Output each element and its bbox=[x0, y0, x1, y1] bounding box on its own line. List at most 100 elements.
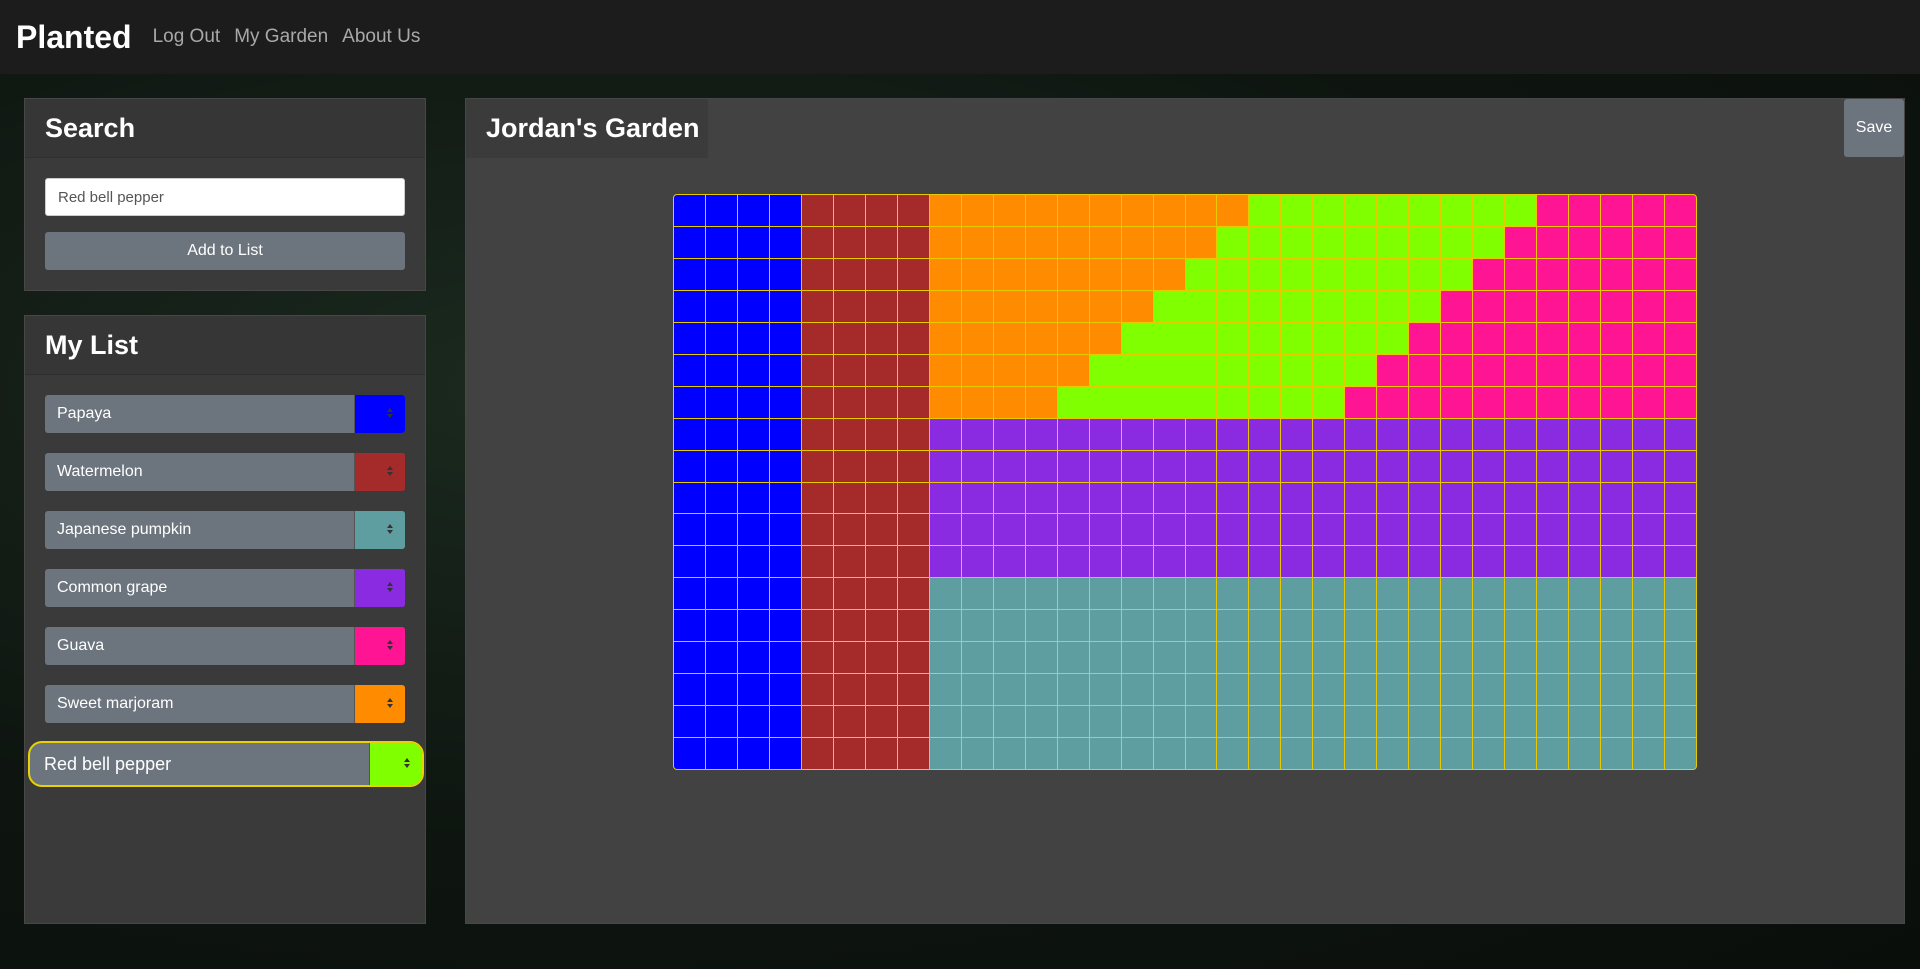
garden-cell[interactable] bbox=[1057, 674, 1089, 706]
garden-cell[interactable] bbox=[1473, 738, 1505, 769]
garden-cell[interactable] bbox=[1185, 290, 1217, 322]
garden-cell[interactable] bbox=[1537, 738, 1569, 769]
garden-cell[interactable] bbox=[1377, 322, 1409, 354]
garden-cell[interactable] bbox=[1089, 610, 1121, 642]
garden-cell[interactable] bbox=[961, 290, 993, 322]
garden-cell[interactable] bbox=[1473, 578, 1505, 610]
garden-cell[interactable] bbox=[1537, 386, 1569, 418]
garden-cell[interactable] bbox=[1505, 738, 1537, 769]
garden-cell[interactable] bbox=[1377, 482, 1409, 514]
garden-cell[interactable] bbox=[1217, 450, 1249, 482]
garden-cell[interactable] bbox=[737, 418, 769, 450]
garden-cell[interactable] bbox=[1121, 642, 1153, 674]
garden-cell[interactable] bbox=[705, 514, 737, 546]
garden-cell[interactable] bbox=[1153, 322, 1185, 354]
garden-cell[interactable] bbox=[897, 290, 929, 322]
garden-cell[interactable] bbox=[801, 706, 833, 738]
garden-cell[interactable] bbox=[1057, 450, 1089, 482]
garden-cell[interactable] bbox=[1665, 386, 1696, 418]
garden-cell[interactable] bbox=[1505, 450, 1537, 482]
garden-cell[interactable] bbox=[1409, 578, 1441, 610]
garden-cell[interactable] bbox=[961, 706, 993, 738]
garden-cell[interactable] bbox=[1345, 386, 1377, 418]
garden-cell[interactable] bbox=[705, 482, 737, 514]
garden-cell[interactable] bbox=[801, 738, 833, 769]
garden-cell[interactable] bbox=[705, 642, 737, 674]
garden-cell[interactable] bbox=[1409, 514, 1441, 546]
garden-cell[interactable] bbox=[1665, 738, 1696, 769]
garden-cell[interactable] bbox=[1185, 322, 1217, 354]
garden-cell[interactable] bbox=[801, 642, 833, 674]
garden-cell[interactable] bbox=[1345, 482, 1377, 514]
garden-cell[interactable] bbox=[897, 418, 929, 450]
garden-cell[interactable] bbox=[833, 290, 865, 322]
garden-cell[interactable] bbox=[1121, 386, 1153, 418]
garden-cell[interactable] bbox=[1313, 322, 1345, 354]
garden-cell[interactable] bbox=[1153, 706, 1185, 738]
garden-cell[interactable] bbox=[1281, 258, 1313, 290]
garden-cell[interactable] bbox=[1025, 610, 1057, 642]
garden-cell[interactable] bbox=[993, 418, 1025, 450]
garden-cell[interactable] bbox=[1473, 386, 1505, 418]
garden-cell[interactable] bbox=[1313, 610, 1345, 642]
garden-cell[interactable] bbox=[1121, 610, 1153, 642]
garden-cell[interactable] bbox=[1313, 738, 1345, 769]
garden-cell[interactable] bbox=[1665, 290, 1696, 322]
garden-cell[interactable] bbox=[1281, 674, 1313, 706]
garden-cell[interactable] bbox=[1633, 322, 1665, 354]
garden-cell[interactable] bbox=[961, 195, 993, 226]
garden-cell[interactable] bbox=[865, 482, 897, 514]
garden-cell[interactable] bbox=[1249, 674, 1281, 706]
garden-cell[interactable] bbox=[1473, 354, 1505, 386]
garden-cell[interactable] bbox=[1601, 226, 1633, 258]
garden-cell[interactable] bbox=[1601, 674, 1633, 706]
garden-cell[interactable] bbox=[1121, 738, 1153, 769]
garden-cell[interactable] bbox=[1153, 226, 1185, 258]
garden-cell[interactable] bbox=[1473, 610, 1505, 642]
garden-cell[interactable] bbox=[1089, 546, 1121, 578]
garden-cell[interactable] bbox=[865, 738, 897, 769]
garden-cell[interactable] bbox=[1345, 546, 1377, 578]
garden-cell[interactable] bbox=[1441, 226, 1473, 258]
garden-cell[interactable] bbox=[1217, 738, 1249, 769]
garden-cell[interactable] bbox=[705, 450, 737, 482]
garden-cell[interactable] bbox=[1217, 290, 1249, 322]
garden-cell[interactable] bbox=[961, 354, 993, 386]
garden-cell[interactable] bbox=[1057, 706, 1089, 738]
garden-cell[interactable] bbox=[1569, 482, 1601, 514]
garden-cell[interactable] bbox=[801, 418, 833, 450]
garden-cell[interactable] bbox=[961, 226, 993, 258]
garden-cell[interactable] bbox=[1025, 290, 1057, 322]
garden-cell[interactable] bbox=[1473, 322, 1505, 354]
garden-cell[interactable] bbox=[1569, 642, 1601, 674]
garden-cell[interactable] bbox=[1441, 706, 1473, 738]
garden-cell[interactable] bbox=[897, 322, 929, 354]
garden-cell[interactable] bbox=[1281, 290, 1313, 322]
garden-cell[interactable] bbox=[1281, 514, 1313, 546]
garden-cell[interactable] bbox=[1441, 738, 1473, 769]
garden-cell[interactable] bbox=[1313, 354, 1345, 386]
garden-cell[interactable] bbox=[1217, 195, 1249, 226]
garden-cell[interactable] bbox=[674, 450, 705, 482]
garden-cell[interactable] bbox=[1281, 738, 1313, 769]
garden-cell[interactable] bbox=[1473, 514, 1505, 546]
garden-cell[interactable] bbox=[1441, 546, 1473, 578]
garden-cell[interactable] bbox=[1153, 578, 1185, 610]
garden-cell[interactable] bbox=[961, 642, 993, 674]
garden-cell[interactable] bbox=[1537, 610, 1569, 642]
garden-cell[interactable] bbox=[929, 610, 961, 642]
garden-cell[interactable] bbox=[769, 418, 801, 450]
garden-cell[interactable] bbox=[1601, 738, 1633, 769]
garden-cell[interactable] bbox=[674, 674, 705, 706]
garden-cell[interactable] bbox=[1569, 706, 1601, 738]
garden-cell[interactable] bbox=[929, 195, 961, 226]
garden-cell[interactable] bbox=[1569, 610, 1601, 642]
garden-cell[interactable] bbox=[1249, 514, 1281, 546]
garden-cell[interactable] bbox=[1569, 290, 1601, 322]
garden-cell[interactable] bbox=[705, 290, 737, 322]
list-item[interactable]: Papaya bbox=[45, 395, 405, 433]
garden-cell[interactable] bbox=[801, 258, 833, 290]
garden-cell[interactable] bbox=[1313, 674, 1345, 706]
garden-cell[interactable] bbox=[1601, 290, 1633, 322]
garden-cell[interactable] bbox=[674, 290, 705, 322]
